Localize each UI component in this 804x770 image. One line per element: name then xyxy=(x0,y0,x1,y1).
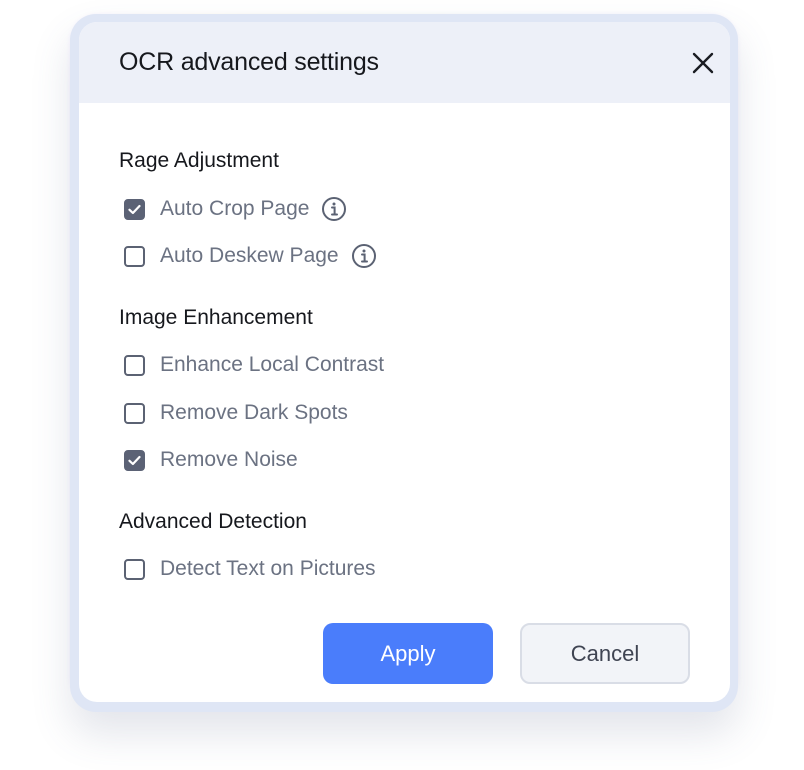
ocr-settings-dialog: OCR advanced settings Rage Adjustment Au… xyxy=(79,22,730,702)
option-enhance-local-contrast[interactable]: Enhance Local Contrast xyxy=(124,350,384,380)
dialog-header: OCR advanced settings xyxy=(79,22,730,103)
enhance-local-contrast-checkbox[interactable] xyxy=(124,354,145,376)
close-icon xyxy=(692,52,714,74)
cancel-button[interactable]: Cancel xyxy=(520,623,690,684)
option-detect-text-on-pictures[interactable]: Detect Text on Pictures xyxy=(124,554,376,584)
section-heading-advanced-detection: Advanced Detection xyxy=(119,510,307,533)
auto-crop-page-checkbox[interactable] xyxy=(124,198,145,220)
info-icon[interactable] xyxy=(351,243,377,269)
option-label: Remove Dark Spots xyxy=(160,401,348,424)
option-label: Auto Crop Page xyxy=(160,197,310,220)
detect-text-on-pictures-checkbox[interactable] xyxy=(124,558,145,580)
section-heading-rage-adjustment: Rage Adjustment xyxy=(119,149,279,172)
option-remove-noise[interactable]: Remove Noise xyxy=(124,445,298,475)
option-label: Enhance Local Contrast xyxy=(160,353,385,376)
info-icon[interactable] xyxy=(321,196,347,222)
apply-button[interactable]: Apply xyxy=(323,623,493,684)
remove-noise-checkbox[interactable] xyxy=(124,449,145,471)
option-label: Detect Text on Pictures xyxy=(160,557,376,580)
auto-deskew-page-checkbox[interactable] xyxy=(124,245,145,267)
option-label: Remove Noise xyxy=(160,448,298,471)
section-heading-image-enhancement: Image Enhancement xyxy=(119,306,313,329)
option-auto-deskew-page[interactable]: Auto Deskew Page xyxy=(124,241,377,271)
checkmark-icon xyxy=(128,204,141,214)
option-remove-dark-spots[interactable]: Remove Dark Spots xyxy=(124,398,348,428)
checkmark-icon xyxy=(128,455,141,465)
remove-dark-spots-checkbox[interactable] xyxy=(124,402,145,424)
option-label: Auto Deskew Page xyxy=(160,244,339,267)
dialog-title: OCR advanced settings xyxy=(119,48,379,76)
close-button[interactable] xyxy=(685,45,721,81)
option-auto-crop-page[interactable]: Auto Crop Page xyxy=(124,194,347,224)
